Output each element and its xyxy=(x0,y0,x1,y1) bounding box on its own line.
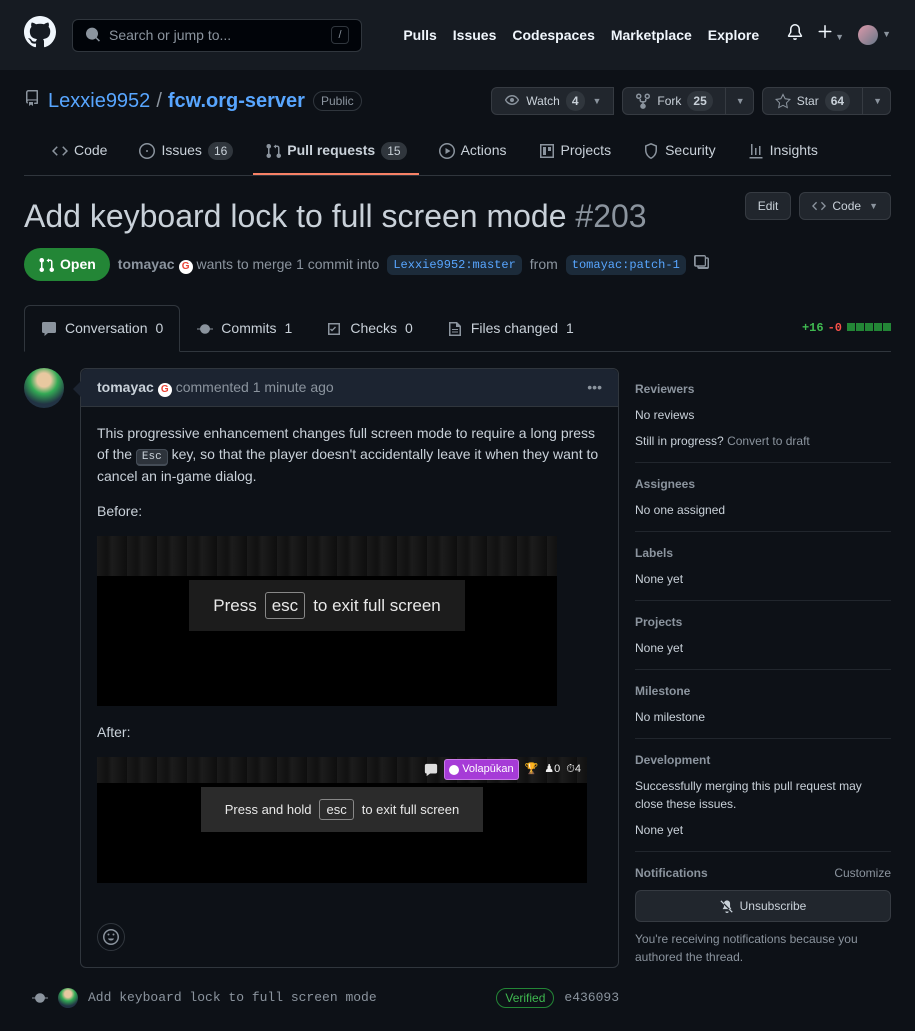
pr-number: #203 xyxy=(575,198,646,234)
nav-explore[interactable]: Explore xyxy=(708,25,759,46)
fork-count: 25 xyxy=(687,91,712,111)
repo-separator: / xyxy=(156,86,162,116)
edit-button[interactable]: Edit xyxy=(745,192,792,220)
slash-key-hint: / xyxy=(331,26,349,44)
clock-count: ⏱4 xyxy=(566,761,581,778)
screenshot-after[interactable]: Volapūkan 🏆 ♟0 ⏱4 P xyxy=(97,757,587,883)
github-logo[interactable] xyxy=(24,16,56,54)
convert-to-draft-link[interactable]: Convert to draft xyxy=(727,434,810,448)
fork-dropdown[interactable]: ▼ xyxy=(726,87,754,115)
watch-button[interactable]: Watch 4 ▼ xyxy=(491,87,614,115)
pulls-count: 15 xyxy=(381,142,406,160)
tab-issues[interactable]: Issues 16 xyxy=(127,132,245,175)
bell-slash-icon xyxy=(720,899,734,913)
nation-badge: Volapūkan xyxy=(444,759,518,780)
issues-count: 16 xyxy=(208,142,233,160)
side-reviewers-title[interactable]: Reviewers xyxy=(635,380,891,398)
star-button[interactable]: Star 64 xyxy=(762,87,863,115)
side-notifications-title: Notifications xyxy=(635,864,708,882)
star-dropdown[interactable]: ▼ xyxy=(863,87,891,115)
add-reaction-button[interactable] xyxy=(97,923,125,951)
verified-badge[interactable]: Verified xyxy=(496,988,554,1008)
notifications-icon[interactable] xyxy=(787,24,803,46)
search-placeholder: Search or jump to... xyxy=(109,25,231,46)
copy-branch-icon[interactable] xyxy=(694,254,710,276)
search-icon xyxy=(85,27,101,43)
screenshot-before[interactable]: Press esc to exit full screen xyxy=(97,536,557,706)
star-icon xyxy=(775,93,791,109)
side-assignees-body: No one assigned xyxy=(635,501,891,519)
tab-security[interactable]: Security xyxy=(631,132,728,175)
nav-issues[interactable]: Issues xyxy=(453,25,497,46)
plus-menu[interactable]: ▼ xyxy=(817,24,844,46)
comment-kebab-menu[interactable]: ••• xyxy=(587,377,602,398)
side-projects-body: None yet xyxy=(635,639,891,657)
comment-author-avatar[interactable] xyxy=(24,368,64,408)
base-branch[interactable]: Lexxie9952:master xyxy=(387,255,521,275)
notifications-customize-link[interactable]: Customize xyxy=(834,864,891,882)
tab-code[interactable]: Code xyxy=(40,132,119,175)
search-input[interactable]: Search or jump to... / xyxy=(72,19,362,52)
notifications-reason: You're receiving notifications because y… xyxy=(635,930,891,966)
repo-owner-link[interactable]: Lexxie9952 xyxy=(48,86,150,116)
pr-title: Add keyboard lock to full screen mode xyxy=(24,198,567,234)
commit-message[interactable]: Add keyboard lock to full screen mode xyxy=(88,988,377,1008)
ptab-checks[interactable]: Checks 0 xyxy=(309,305,429,352)
head-branch[interactable]: tomayac:patch-1 xyxy=(566,255,686,275)
comment-paragraph: This progressive enhancement changes ful… xyxy=(97,423,602,487)
unsubscribe-button[interactable]: Unsubscribe xyxy=(635,890,891,922)
commit-node-icon xyxy=(32,990,48,1006)
chat-icon xyxy=(424,763,438,777)
side-assignees-title[interactable]: Assignees xyxy=(635,475,891,493)
eye-icon xyxy=(504,93,520,109)
repo-name-link[interactable]: fcw.org-server xyxy=(168,86,305,116)
fork-icon xyxy=(635,93,651,109)
side-reviewers-body: No reviews xyxy=(635,406,891,424)
ptab-conversation[interactable]: Conversation 0 xyxy=(24,305,180,352)
commit-author-avatar[interactable] xyxy=(58,988,78,1008)
pr-author[interactable]: tomayac xyxy=(118,256,175,272)
trophy-count: ♟0 xyxy=(544,761,560,778)
fork-button[interactable]: Fork 25 xyxy=(622,87,725,115)
side-development-none: None yet xyxy=(635,821,891,839)
draft-question: Still in progress? xyxy=(635,434,724,448)
commit-row[interactable]: Add keyboard lock to full screen mode Ve… xyxy=(24,980,619,1016)
code-icon xyxy=(812,199,826,213)
side-labels-body: None yet xyxy=(635,570,891,588)
after-label: After: xyxy=(97,722,602,743)
pr-state-open: Open xyxy=(24,248,110,281)
ptab-files[interactable]: Files changed 1 xyxy=(430,305,591,352)
nav-marketplace[interactable]: Marketplace xyxy=(611,25,692,46)
side-milestone-title[interactable]: Milestone xyxy=(635,682,891,700)
user-avatar-menu[interactable]: ▼ xyxy=(858,25,891,45)
tab-projects[interactable]: Projects xyxy=(527,132,624,175)
before-label: Before: xyxy=(97,501,602,522)
pr-description-comment: tomayacG commented 1 minute ago ••• This… xyxy=(80,368,619,968)
tab-insights[interactable]: Insights xyxy=(736,132,830,175)
repo-icon xyxy=(24,90,40,112)
watch-count: 4 xyxy=(566,91,585,111)
visibility-badge: Public xyxy=(313,91,362,111)
code-dropdown-button[interactable]: Code▼ xyxy=(799,192,891,220)
comment-author[interactable]: tomayac xyxy=(97,379,154,395)
commit-sha[interactable]: e436093 xyxy=(564,988,619,1008)
trophy-icon: 🏆 xyxy=(525,761,539,778)
tab-actions[interactable]: Actions xyxy=(427,132,519,175)
diffstat: +16 -0 xyxy=(802,305,891,351)
side-development-body: Successfully merging this pull request m… xyxy=(635,777,891,813)
google-badge: G xyxy=(158,383,172,397)
ptab-commits[interactable]: Commits 1 xyxy=(180,305,309,352)
side-milestone-body: No milestone xyxy=(635,708,891,726)
tab-pulls[interactable]: Pull requests 15 xyxy=(253,132,418,175)
side-projects-title[interactable]: Projects xyxy=(635,613,891,631)
star-count: 64 xyxy=(825,91,850,111)
side-development-title[interactable]: Development xyxy=(635,751,891,769)
nav-codespaces[interactable]: Codespaces xyxy=(512,25,594,46)
google-badge: G xyxy=(179,260,193,274)
side-labels-title[interactable]: Labels xyxy=(635,544,891,562)
nav-pulls[interactable]: Pulls xyxy=(403,25,436,46)
